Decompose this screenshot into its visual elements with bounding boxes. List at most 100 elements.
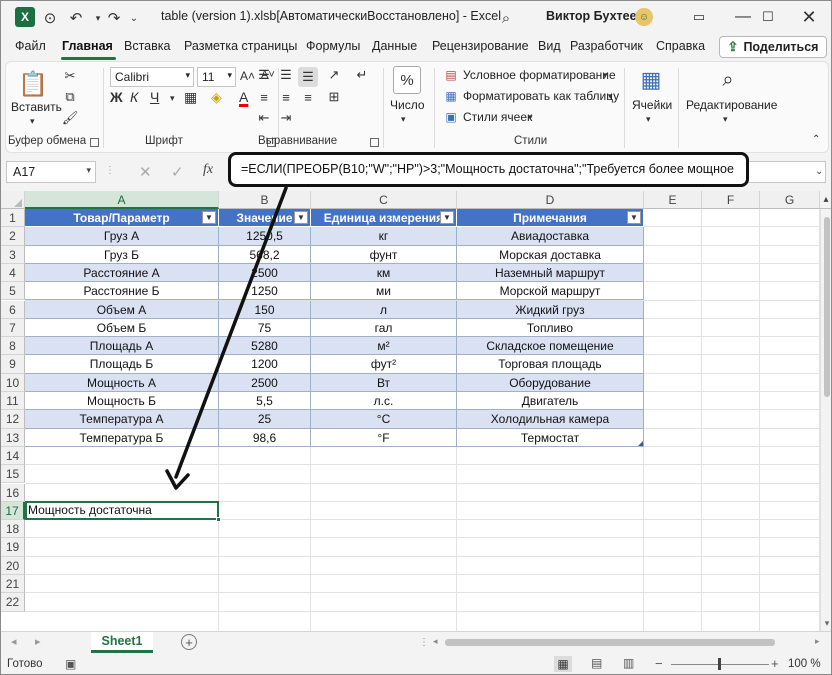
table-cell[interactable]: Расстояние А	[25, 263, 219, 283]
row-header[interactable]: 5	[1, 282, 25, 301]
header-value[interactable]: Значение ▼	[219, 209, 311, 228]
user-name[interactable]: Виктор Бухтеев	[546, 9, 644, 23]
cancel-icon[interactable]: ✕	[139, 163, 152, 181]
row-header[interactable]: 11	[1, 392, 25, 411]
table-cell[interactable]: Морская доставка	[457, 245, 644, 264]
page-layout-view-icon[interactable]: ▤	[591, 656, 602, 670]
row-header[interactable]: 1	[1, 209, 25, 228]
column-header[interactable]: A	[25, 191, 219, 209]
cell-styles-icon[interactable]: ▣	[443, 110, 459, 124]
tab-file[interactable]: Файл	[15, 39, 46, 53]
merge-cells-icon[interactable]: ⊞	[326, 89, 342, 105]
table-cell[interactable]: 25	[219, 410, 311, 429]
column-header[interactable]: G	[760, 191, 820, 209]
scroll-down-icon[interactable]: ▾	[821, 618, 831, 629]
undo-icon[interactable]: ↶	[65, 7, 87, 29]
row-header[interactable]: 13	[1, 428, 25, 447]
tab-review[interactable]: Рецензирование	[432, 39, 529, 53]
font-name-select[interactable]: Calibri ▾	[110, 67, 194, 87]
table-cell[interactable]: 75	[219, 318, 311, 338]
redo-icon[interactable]: ↷	[103, 7, 125, 29]
row-header[interactable]: 12	[1, 410, 25, 429]
table-cell[interactable]: л	[311, 300, 457, 319]
worksheet-grid[interactable]: A B C D E F G ▴ 1 2 3 4 5 6 7 8 9 10 11 12 13 14 15 16 1…	[1, 191, 831, 631]
table-cell[interactable]: Температура Б	[25, 428, 219, 447]
row-header[interactable]: 2	[1, 227, 25, 246]
cells-dropdown-icon[interactable]: ▾	[646, 114, 651, 125]
alignment-launcher-icon[interactable]	[370, 138, 379, 147]
filter-dropdown-icon[interactable]: ▼	[294, 211, 308, 224]
row-header[interactable]: 4	[1, 263, 25, 283]
close-button[interactable]: ✕	[787, 1, 831, 33]
name-box[interactable]: A17 ▾	[6, 161, 96, 183]
borders-icon[interactable]: ▦	[184, 89, 197, 106]
table-cell[interactable]: Температура А	[25, 410, 219, 429]
column-header[interactable]: C	[311, 191, 457, 209]
header-unit[interactable]: Единица измерения ▼	[311, 209, 457, 228]
row-header[interactable]: 7	[1, 318, 25, 338]
tab-home[interactable]: Главная	[62, 39, 113, 53]
editing-label[interactable]: Редактирование	[686, 98, 777, 112]
format-painter-icon[interactable]: 🖌	[62, 110, 79, 126]
table-cell[interactable]: Расстояние Б	[25, 282, 219, 301]
ribbon-display-icon[interactable]: ▭	[677, 1, 721, 33]
table-cell[interactable]: Площадь А	[25, 337, 219, 356]
align-top-icon[interactable]: ☰	[256, 67, 272, 83]
increase-font-icon[interactable]: A˄	[240, 69, 255, 83]
accessibility-icon[interactable]: ▣	[65, 657, 76, 671]
row-header[interactable]: 21	[1, 575, 25, 594]
cells-icon[interactable]: ▦	[637, 66, 665, 94]
format-as-table-button[interactable]: Форматировать как таблицу	[463, 89, 619, 103]
table-cell[interactable]: Жидкий груз	[457, 300, 644, 319]
filter-dropdown-icon[interactable]: ▼	[440, 211, 454, 224]
table-cell[interactable]: Холодильная камера	[457, 410, 644, 429]
editing-dropdown-icon[interactable]: ▾	[723, 114, 728, 125]
add-sheet-icon[interactable]: +	[181, 634, 197, 650]
cells-label[interactable]: Ячейки	[632, 98, 672, 112]
table-cell[interactable]: л.с.	[311, 392, 457, 411]
orientation-icon[interactable]: ↗	[326, 67, 342, 83]
filter-dropdown-icon[interactable]: ▼	[627, 211, 641, 224]
table-cell[interactable]: Объем А	[25, 300, 219, 319]
wrap-text-icon[interactable]: ↵	[354, 67, 370, 83]
chevron-down-icon[interactable]: ▾	[528, 112, 533, 123]
row-header[interactable]: 18	[1, 520, 25, 539]
table-cell[interactable]: 568,2	[219, 245, 311, 264]
next-sheet-icon[interactable]: ▸	[35, 635, 41, 648]
table-cell[interactable]: 5,5	[219, 392, 311, 411]
row-header[interactable]: 8	[1, 337, 25, 356]
align-center-icon[interactable]: ≡	[278, 89, 294, 105]
bold-icon[interactable]: Ж	[110, 89, 123, 105]
table-cell[interactable]: Мощность А	[25, 373, 219, 392]
table-cell[interactable]: 2500	[219, 263, 311, 283]
table-cell[interactable]: Складское помещение	[457, 337, 644, 356]
fill-handle[interactable]	[216, 517, 221, 522]
number-dropdown-icon[interactable]: ▾	[401, 114, 406, 125]
tab-insert[interactable]: Вставка	[124, 39, 170, 53]
font-size-select[interactable]: 11 ▾	[197, 67, 236, 87]
tab-page-layout[interactable]: Разметка страницы	[184, 39, 297, 53]
fill-color-icon[interactable]: ◈	[211, 89, 222, 106]
row-header[interactable]: 6	[1, 300, 25, 319]
table-cell[interactable]: Вт	[311, 373, 457, 392]
font-color-icon[interactable]: A	[239, 89, 248, 105]
row-header[interactable]: 14	[1, 446, 25, 466]
row-header[interactable]: 22	[1, 593, 25, 612]
normal-view-icon[interactable]: ▦	[554, 656, 572, 672]
tab-formulas[interactable]: Формулы	[306, 39, 360, 53]
table-cell[interactable]: 2500	[219, 373, 311, 392]
table-cell[interactable]: 5280	[219, 337, 311, 356]
table-cell[interactable]: 98,6	[219, 428, 311, 447]
table-cell[interactable]: Груз А	[25, 227, 219, 246]
expand-formula-icon[interactable]: ⌄	[815, 166, 823, 177]
clipboard-launcher-icon[interactable]	[90, 138, 99, 147]
row-header[interactable]: 15	[1, 465, 25, 484]
active-cell[interactable]: Мощность достаточна	[25, 501, 219, 520]
table-cell[interactable]: Мощность Б	[25, 392, 219, 411]
tab-data[interactable]: Данные	[372, 39, 417, 53]
row-header[interactable]: 9	[1, 355, 25, 374]
table-cell[interactable]: 1250,5	[219, 227, 311, 246]
avatar[interactable]: ☺	[635, 8, 653, 26]
row-header[interactable]: 10	[1, 373, 25, 392]
paste-dropdown-icon[interactable]: ▾	[30, 116, 35, 127]
